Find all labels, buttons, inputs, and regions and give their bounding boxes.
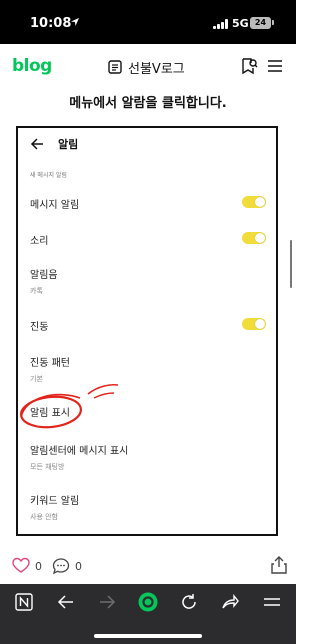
back-arrow-icon: [30, 138, 43, 150]
section-label: 새 메시지 알림: [30, 172, 67, 179]
screenshot-header: 알림: [18, 128, 276, 164]
setting-title: 소리: [30, 236, 49, 247]
setting-title: 진동: [30, 322, 49, 333]
home-circle-icon[interactable]: [138, 592, 158, 612]
setting-row: 키워드 알림 사용 안함: [30, 492, 270, 522]
toggle-switch: [242, 196, 266, 208]
blog-title: 선불V로그: [128, 61, 185, 77]
setting-subtitle: 기본: [30, 375, 43, 383]
setting-title: 진동 패턴: [30, 358, 70, 369]
setting-title: 메시지 알림: [30, 200, 80, 211]
setting-row: 알림 표시: [30, 404, 270, 419]
menu-icon[interactable]: [266, 57, 284, 75]
status-time: 10:08: [30, 16, 72, 31]
setting-row: 알림센터에 메시지 표시 모든 채팅방: [30, 442, 270, 472]
refresh-icon[interactable]: [179, 592, 199, 612]
network-type: 5G: [232, 17, 249, 30]
comment-count: 0: [75, 559, 82, 573]
heart-icon: [12, 557, 30, 573]
forward-icon[interactable]: [97, 592, 117, 612]
like-button[interactable]: 0: [12, 557, 42, 575]
setting-row: 소리: [30, 232, 270, 247]
app-header: blog 선불V로그: [0, 44, 296, 90]
comment-button[interactable]: 0: [52, 557, 82, 575]
post-caption: 메뉴에서 알람을 클릭합니다.: [69, 96, 227, 111]
setting-row: 알림음 카톡: [30, 266, 270, 296]
setting-row: 진동 패턴 기본: [30, 354, 270, 384]
setting-row: 진동: [30, 318, 270, 333]
battery-icon: 24: [250, 17, 271, 29]
menu-icon[interactable]: [262, 592, 282, 612]
blog-title-link[interactable]: 선불V로그: [108, 58, 185, 77]
like-count: 0: [35, 559, 42, 573]
naver-n-icon[interactable]: [14, 592, 34, 612]
setting-title: 알림 표시: [30, 408, 70, 419]
setting-row: 메시지 알림: [30, 196, 270, 211]
setting-subtitle: 카톡: [30, 287, 43, 295]
location-arrow-icon: [71, 18, 79, 26]
list-icon: [108, 60, 122, 74]
share-icon[interactable]: [270, 556, 288, 574]
setting-title: 키워드 알림: [30, 496, 80, 507]
setting-title: 알림센터에 메시지 표시: [30, 446, 129, 457]
post-actions-bar: 0 0: [0, 548, 296, 584]
setting-title: 알림음: [30, 270, 58, 281]
screenshot-title: 알림: [58, 138, 79, 151]
setting-subtitle: 모든 채팅방: [30, 463, 65, 471]
blog-logo[interactable]: blog: [12, 56, 52, 76]
toggle-switch: [242, 232, 266, 244]
battery-tip: [272, 20, 274, 25]
embedded-screenshot: 알림 새 메시지 알림 메시지 알림 소리 알림음 카톡 진동 진동 패턴 기본…: [16, 126, 278, 536]
toggle-switch: [242, 318, 266, 330]
home-indicator[interactable]: [94, 634, 202, 638]
bookmark-search-icon[interactable]: [240, 57, 258, 75]
comment-icon: [52, 558, 70, 575]
share-arrow-icon[interactable]: [220, 592, 240, 612]
status-bar: 10:08 5G 24: [0, 0, 296, 44]
signal-icon: [213, 19, 229, 29]
back-icon[interactable]: [56, 592, 76, 612]
scroll-indicator[interactable]: [290, 240, 292, 288]
setting-subtitle: 사용 안함: [30, 513, 58, 521]
